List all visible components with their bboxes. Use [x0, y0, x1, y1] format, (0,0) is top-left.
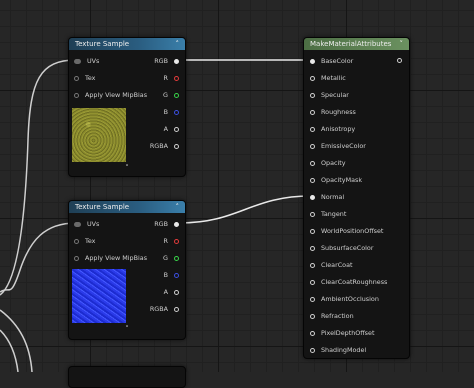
- node-header[interactable]: MakeMaterialAttributes ˅: [304, 38, 409, 50]
- collapse-chevron-icon[interactable]: ˄: [176, 40, 180, 48]
- output-rgba[interactable]: RGBA: [150, 303, 179, 315]
- input-uvs[interactable]: UVs: [74, 55, 99, 67]
- output-b[interactable]: B: [164, 106, 179, 118]
- pin-icon[interactable]: [310, 245, 315, 251]
- input-refraction[interactable]: Refraction: [310, 310, 354, 322]
- pin-icon[interactable]: [74, 75, 79, 81]
- pin-icon[interactable]: [310, 177, 315, 183]
- output-g[interactable]: G: [163, 89, 179, 101]
- pin-icon[interactable]: [174, 289, 179, 295]
- input-normal[interactable]: Normal: [310, 191, 344, 203]
- input-emissivecolor[interactable]: EmissiveColor: [310, 140, 366, 152]
- node-title: Texture Sample: [75, 203, 130, 211]
- input-apply-view-mipbias[interactable]: Apply View MipBias: [74, 89, 147, 101]
- collapse-chevron-icon[interactable]: ˄: [176, 203, 180, 211]
- texture-sample-node-1[interactable]: Texture Sample ˄ UVs Tex Apply View MipB…: [68, 37, 186, 177]
- uv-pin-icon[interactable]: [74, 221, 81, 227]
- output-rgb[interactable]: RGB: [154, 218, 179, 230]
- pin-icon[interactable]: [310, 228, 315, 234]
- texture-preview-thumbnail[interactable]: [72, 108, 126, 162]
- green-pin-icon[interactable]: [174, 92, 179, 98]
- input-clearcoatroughness[interactable]: ClearCoatRoughness: [310, 276, 387, 288]
- input-apply-view-mipbias[interactable]: Apply View MipBias: [74, 252, 147, 264]
- texture-preview-thumbnail[interactable]: [72, 269, 126, 323]
- output-r[interactable]: R: [164, 235, 179, 247]
- input-ambientocclusion[interactable]: AmbientOcclusion: [310, 293, 379, 305]
- node-header[interactable]: Texture Sample ˄: [69, 201, 185, 213]
- pin-icon[interactable]: [310, 92, 315, 98]
- output-a[interactable]: A: [164, 123, 179, 135]
- output-b[interactable]: B: [164, 269, 179, 281]
- input-opacity[interactable]: Opacity: [310, 157, 346, 169]
- pin-icon[interactable]: [310, 262, 315, 268]
- pin-icon[interactable]: [174, 306, 179, 312]
- input-clearcoat[interactable]: ClearCoat: [310, 259, 353, 271]
- pin-icon[interactable]: [310, 313, 315, 319]
- pin-connected-icon[interactable]: [174, 58, 179, 64]
- pin-icon[interactable]: [310, 347, 315, 353]
- red-pin-icon[interactable]: [174, 75, 179, 81]
- pin-icon[interactable]: [74, 92, 79, 98]
- pin-icon[interactable]: [310, 126, 315, 132]
- pin-icon[interactable]: [174, 143, 179, 149]
- red-pin-icon[interactable]: [174, 238, 179, 244]
- pin-icon[interactable]: [310, 143, 315, 149]
- pin-icon[interactable]: [310, 109, 315, 115]
- output-rgba[interactable]: RGBA: [150, 140, 179, 152]
- make-material-attributes-node[interactable]: MakeMaterialAttributes ˅ BaseColor Metall…: [303, 37, 410, 359]
- pin-connected-icon[interactable]: [310, 194, 315, 200]
- expand-chevron-icon[interactable]: ˅: [69, 325, 185, 333]
- output-a[interactable]: A: [164, 286, 179, 298]
- output-pin-icon[interactable]: [397, 58, 402, 63]
- input-basecolor[interactable]: BaseColor: [310, 55, 353, 67]
- expand-chevron-icon[interactable]: ˅: [69, 164, 185, 172]
- input-metallic[interactable]: Metallic: [310, 72, 346, 84]
- blue-pin-icon[interactable]: [174, 272, 179, 278]
- pin-icon[interactable]: [310, 211, 315, 217]
- input-pixeldepthoffset[interactable]: PixelDepthOffset: [310, 327, 374, 339]
- pin-icon[interactable]: [310, 75, 315, 81]
- input-uvs[interactable]: UVs: [74, 218, 99, 230]
- blue-pin-icon[interactable]: [174, 109, 179, 115]
- uv-pin-icon[interactable]: [74, 58, 81, 64]
- node-title: Texture Sample: [75, 40, 130, 48]
- input-tex[interactable]: Tex: [74, 72, 95, 84]
- input-roughness[interactable]: Roughness: [310, 106, 356, 118]
- input-tex[interactable]: Tex: [74, 235, 95, 247]
- input-shadingmodel[interactable]: ShadingModel: [310, 344, 366, 356]
- pin-icon[interactable]: [74, 238, 79, 244]
- output-r[interactable]: R: [164, 72, 179, 84]
- pin-connected-icon[interactable]: [174, 221, 179, 227]
- input-opacitymask[interactable]: OpacityMask: [310, 174, 362, 186]
- input-anisotropy[interactable]: Anisotropy: [310, 123, 355, 135]
- output-g[interactable]: G: [163, 252, 179, 264]
- input-subsurfacecolor[interactable]: SubsurfaceColor: [310, 242, 373, 254]
- pin-icon[interactable]: [310, 330, 315, 336]
- texture-sample-node-2[interactable]: Texture Sample ˄ UVs Tex Apply View MipB…: [68, 200, 186, 340]
- pin-connected-icon[interactable]: [310, 58, 315, 64]
- texture-sample-node-3-partial[interactable]: [68, 366, 186, 388]
- pin-icon[interactable]: [310, 279, 315, 285]
- pin-icon[interactable]: [310, 296, 315, 302]
- pin-icon[interactable]: [74, 255, 79, 261]
- pin-icon[interactable]: [310, 160, 315, 166]
- node-title: MakeMaterialAttributes: [310, 40, 392, 48]
- node-header[interactable]: Texture Sample ˄: [69, 38, 185, 50]
- output-rgb[interactable]: RGB: [154, 55, 179, 67]
- input-specular[interactable]: Specular: [310, 89, 349, 101]
- green-pin-icon[interactable]: [174, 255, 179, 261]
- collapse-chevron-icon[interactable]: ˅: [400, 40, 404, 48]
- pin-icon[interactable]: [174, 126, 179, 132]
- input-tangent[interactable]: Tangent: [310, 208, 346, 220]
- input-worldpositionoffset[interactable]: WorldPositionOffset: [310, 225, 383, 237]
